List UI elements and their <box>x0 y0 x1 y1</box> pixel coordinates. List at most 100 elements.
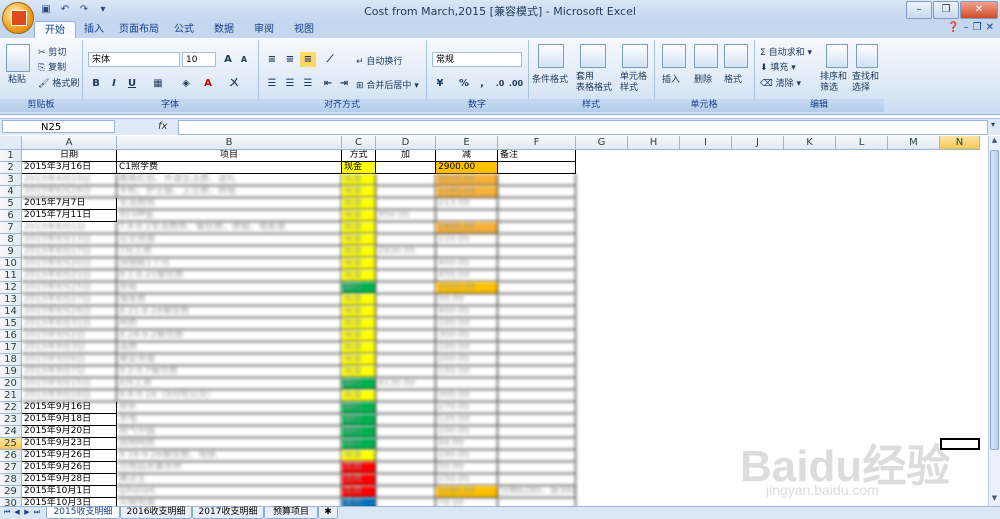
cell-add[interactable] <box>376 282 436 294</box>
cell-add[interactable] <box>376 390 436 402</box>
header-item[interactable]: 项目 <box>117 150 342 162</box>
cell-method[interactable]: 现金 <box>342 246 376 258</box>
cell-add[interactable] <box>376 186 436 198</box>
cell-note[interactable] <box>498 222 576 234</box>
insert-cells-button[interactable]: 插入 <box>662 72 680 85</box>
help-icon[interactable]: ❓ <box>947 22 959 33</box>
cell-add[interactable] <box>376 486 436 498</box>
shrink-font-icon[interactable]: A <box>236 52 252 67</box>
cell-date[interactable]: 2015年9月26日 <box>22 450 117 462</box>
cell-item[interactable]: 预借款1个月 <box>117 258 342 270</box>
cell-item[interactable]: 美点王 <box>117 474 342 486</box>
tab-data[interactable]: 数据 <box>206 21 242 38</box>
cell-subtract[interactable]: 270.00 <box>436 402 498 414</box>
header-add[interactable]: 加 <box>376 150 436 162</box>
cell-subtract[interactable]: 2000.00 <box>436 282 498 294</box>
cell-note[interactable] <box>498 378 576 390</box>
cell-add[interactable] <box>376 450 436 462</box>
row-header-23[interactable]: 23 <box>0 414 22 426</box>
cell-method[interactable]: 现金 <box>342 270 376 282</box>
cell-method[interactable]: 现金 <box>342 210 376 222</box>
align-left-icon[interactable]: ☰ <box>264 76 280 91</box>
cell-subtract[interactable]: 120.00 <box>436 414 498 426</box>
ribbon-close-icon[interactable]: ✕ <box>986 22 994 33</box>
autosum-button[interactable]: Σ 自动求和 ▾ <box>760 45 812 58</box>
cell-method[interactable]: 现金 <box>342 222 376 234</box>
fill-button[interactable]: ⬇ 填充 ▾ <box>760 60 796 73</box>
align-middle-icon[interactable]: ≡ <box>282 52 298 67</box>
cell-add[interactable] <box>376 330 436 342</box>
cell-item[interactable]: 教练红包、外请生活费、送礼 <box>117 174 342 186</box>
underline-button[interactable]: U <box>124 76 140 91</box>
sheet-tab-2015[interactable]: 2015收支明细 <box>46 507 120 519</box>
cell-date[interactable]: 2015年10月3日 <box>22 498 117 506</box>
header-date[interactable]: 日期 <box>22 150 117 162</box>
clear-button[interactable]: ⌫ 清除 ▾ <box>760 76 801 89</box>
cell-item[interactable]: 7.8-8.1生活费用、餐饮费、房租、电影票 <box>117 222 342 234</box>
cell-method[interactable]: 银行 <box>342 282 376 294</box>
row-header-29[interactable]: 29 <box>0 486 22 498</box>
cell-date[interactable]: 2015年9月26日 <box>22 462 117 474</box>
column-header-h[interactable]: H <box>628 136 680 150</box>
cell-item[interactable]: 8.1-8.21餐饮费 <box>117 270 342 282</box>
cell-method[interactable]: 信用 <box>342 486 376 498</box>
cell-note[interactable] <box>498 258 576 270</box>
cell-date[interactable]: 2015年4月10日 <box>22 174 117 186</box>
cell-date[interactable]: 2015年10月1日 <box>22 486 117 498</box>
row-header-4[interactable]: 4 <box>0 186 22 198</box>
cell-add[interactable] <box>376 354 436 366</box>
cell-note[interactable] <box>498 438 576 450</box>
cell-add[interactable] <box>376 306 436 318</box>
cell-method[interactable]: 银行 <box>342 438 376 450</box>
column-header-k[interactable]: K <box>784 136 836 150</box>
scroll-up-icon[interactable]: ▲ <box>989 136 1000 148</box>
table-format-button[interactable]: 套用 表格格式 <box>576 72 612 94</box>
cell-add[interactable] <box>376 318 436 330</box>
cell-note[interactable] <box>498 366 576 378</box>
format-painter-button[interactable]: 🖌 格式刷 <box>38 76 79 89</box>
cell-item[interactable]: 网费 <box>117 318 342 330</box>
cell-method[interactable]: 支付 <box>342 498 376 506</box>
row-header-15[interactable]: 15 <box>0 318 22 330</box>
cell-add[interactable] <box>376 270 436 282</box>
cell-date[interactable]: 2015年7月11日 <box>22 210 117 222</box>
cell-item[interactable]: 房租 <box>117 282 342 294</box>
cell-item[interactable]: 9.16-9.26餐饮费、地铁 <box>117 450 342 462</box>
delete-cells-button[interactable]: 删除 <box>694 72 712 85</box>
cell-method[interactable]: 现金 <box>342 198 376 210</box>
cell-date[interactable]: 2015年9月6日 <box>22 354 117 366</box>
cell-method[interactable]: 银行 <box>342 402 376 414</box>
vertical-scrollbar[interactable]: ▲ ▼ <box>988 136 1000 506</box>
cell-subtract[interactable]: 213.00 <box>436 198 498 210</box>
cell-item[interactable]: 803押金 <box>117 210 342 222</box>
next-sheet-icon[interactable]: ▶ <box>22 507 32 518</box>
cell-date[interactable]: 2015年9月23日 <box>22 438 117 450</box>
row-header-20[interactable]: 20 <box>0 378 22 390</box>
cell-method[interactable]: 现金 <box>342 318 376 330</box>
font-color-icon[interactable]: A <box>200 76 216 91</box>
row-header-25[interactable]: 25 <box>0 438 22 450</box>
cell-item[interactable]: 火锅充值 <box>117 498 342 506</box>
increase-indent-icon[interactable]: ⇥ <box>336 76 352 91</box>
sheet-tab-budget[interactable]: 预算项目 <box>264 507 318 519</box>
align-bottom-icon[interactable]: ≡ <box>300 52 316 67</box>
grow-font-icon[interactable]: A <box>220 52 236 67</box>
cell-note[interactable] <box>498 246 576 258</box>
close-icon[interactable]: ✕ <box>960 1 998 19</box>
cell-add[interactable] <box>376 174 436 186</box>
borders-icon[interactable]: ▦ <box>150 76 166 91</box>
row-header-1[interactable]: 1 <box>0 150 22 162</box>
cell-note[interactable] <box>498 294 576 306</box>
cell-add[interactable]: 2830.00 <box>376 246 436 258</box>
row-header-10[interactable]: 10 <box>0 258 22 270</box>
row-header-9[interactable]: 9 <box>0 246 22 258</box>
cell-item[interactable]: iphone6 <box>117 486 342 498</box>
cell-date[interactable]: 2015年9月20日 <box>22 426 117 438</box>
column-header-a[interactable]: A <box>22 136 117 150</box>
cell-add[interactable] <box>376 438 436 450</box>
row-header-28[interactable]: 28 <box>0 474 22 486</box>
cell-note[interactable] <box>498 282 576 294</box>
cell-date[interactable]: 2015年3月16日 <box>22 162 117 174</box>
italic-button[interactable]: I <box>106 76 122 91</box>
column-header-n[interactable]: N <box>940 136 980 150</box>
